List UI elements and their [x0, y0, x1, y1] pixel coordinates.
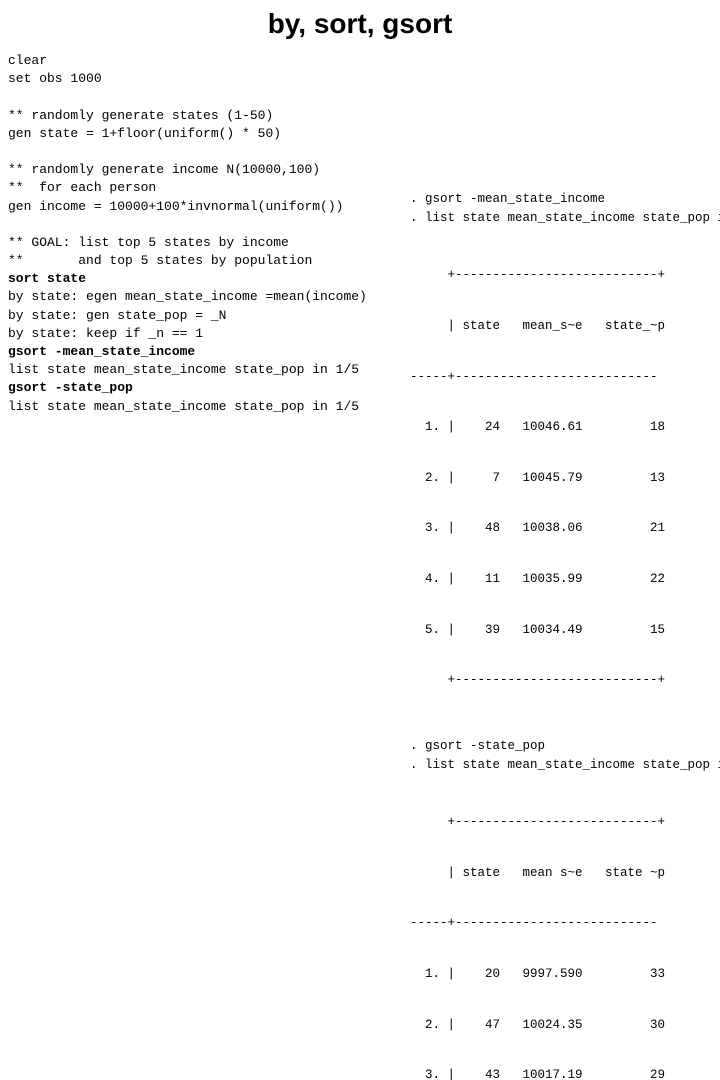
line-by-egen: by state: egen mean_state_income =mean(i…: [8, 288, 408, 306]
table2-row2: 2. | 47 10024.35 30: [410, 1017, 720, 1034]
line-comment3: ** for each person: [8, 179, 408, 197]
line-comment2: ** randomly generate income N(10000,100): [8, 161, 408, 179]
table1-row5: 5. | 39 10034.49 15: [410, 622, 720, 639]
table1-row3: 3. | 48 10038.06 21: [410, 520, 720, 537]
table2-row1: 1. | 20 9997.590 33: [410, 966, 720, 983]
line-by-keep: by state: keep if _n == 1: [8, 325, 408, 343]
line-blank3: [8, 216, 408, 234]
table2-separator-top: +---------------------------+: [410, 814, 720, 831]
right-cmd1: . gsort -mean_state_income: [410, 190, 720, 209]
table2-separator: -----+---------------------------: [410, 915, 720, 932]
left-panel: clear set obs 1000 ** randomly generate …: [8, 52, 408, 416]
line-gen-income: gen income = 10000+100*invnormal(uniform…: [8, 198, 408, 216]
table2: +---------------------------+ | state me…: [410, 780, 720, 1080]
line-gsort1: gsort -mean_state_income: [8, 343, 408, 361]
code-block: clear set obs 1000 ** randomly generate …: [8, 52, 408, 416]
table1-row4: 4. | 11 10035.99 22: [410, 571, 720, 588]
table1: +---------------------------+ | state me…: [410, 234, 720, 723]
table2-row3: 3. | 43 10017.19 29: [410, 1067, 720, 1080]
right-panel: . gsort -mean_state_income . list state …: [410, 190, 720, 1080]
right-cmd4: . list state mean_state_income state_pop…: [410, 756, 720, 775]
line-goal1: ** GOAL: list top 5 states by income: [8, 234, 408, 252]
table1-separator-top: +---------------------------+: [410, 267, 720, 284]
line-goal2: ** and top 5 states by population: [8, 252, 408, 270]
line-sort: sort state: [8, 270, 408, 288]
line-blank2: [8, 143, 408, 161]
table1-row1: 1. | 24 10046.61 18: [410, 419, 720, 436]
table1-header: | state mean_s~e state_~p: [410, 318, 720, 335]
table1-separator: -----+---------------------------: [410, 369, 720, 386]
line-list2: list state mean_state_income state_pop i…: [8, 398, 408, 416]
page-title: by, sort, gsort: [0, 0, 720, 50]
table1-footer: +---------------------------+: [410, 672, 720, 689]
line-gen-state: gen state = 1+floor(uniform() * 50): [8, 125, 408, 143]
right-cmd3: . gsort -state_pop: [410, 737, 720, 756]
line-gsort2: gsort -state_pop: [8, 379, 408, 397]
table1-row2: 2. | 7 10045.79 13: [410, 470, 720, 487]
right-cmd2: . list state mean_state_income state_pop…: [410, 209, 720, 228]
line-set-obs: set obs 1000: [8, 70, 408, 88]
line-clear: clear: [8, 52, 408, 70]
line-blank1: [8, 88, 408, 106]
line-list1: list state mean_state_income state_pop i…: [8, 361, 408, 379]
line-by-gen: by state: gen state_pop = _N: [8, 307, 408, 325]
table2-header: | state mean s~e state ~p: [410, 865, 720, 882]
line-comment1: ** randomly generate states (1-50): [8, 107, 408, 125]
